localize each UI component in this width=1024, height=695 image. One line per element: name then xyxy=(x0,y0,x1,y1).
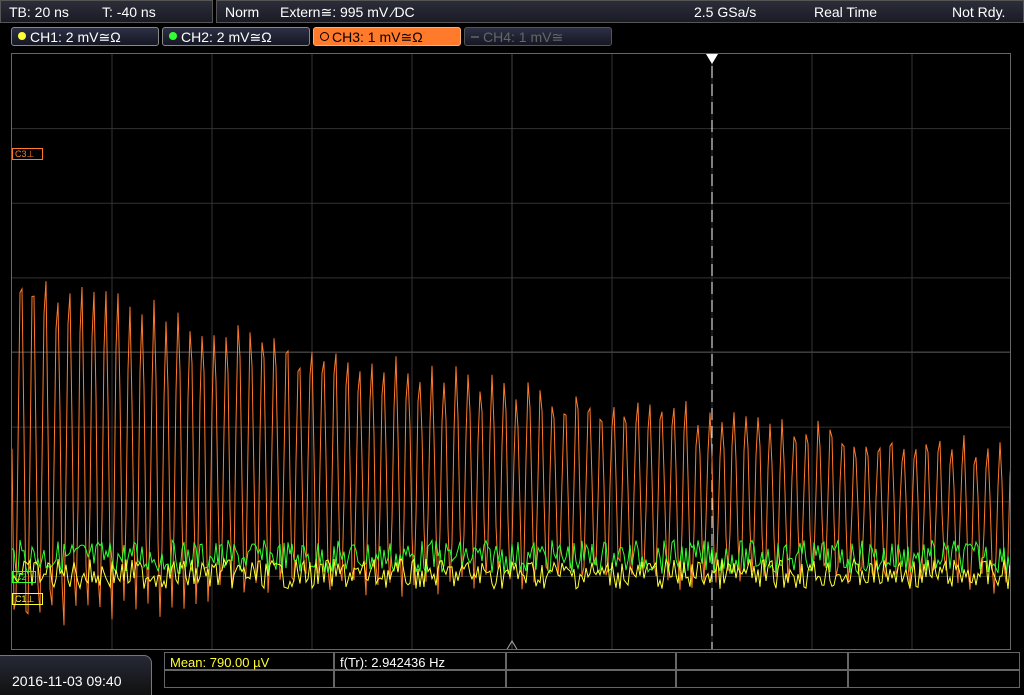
acquisition-status-label: Not Rdy. xyxy=(952,4,1006,20)
trigger-arrow-icon[interactable] xyxy=(706,54,718,64)
measure-empty-cell-8[interactable] xyxy=(848,670,1020,688)
c3-offset-marker[interactable]: C3⊥ xyxy=(12,148,44,160)
measure-mean-label: Mean: 790.00 µV xyxy=(170,655,270,670)
channel-2-dot-icon xyxy=(169,32,177,40)
channel-1-button[interactable]: CH1: 2 mV≅Ω xyxy=(11,27,159,46)
channel-3-label: CH3: 1 mV≅Ω xyxy=(332,29,423,45)
datetime-label: 2016-11-03 09:40 xyxy=(12,673,122,689)
measure-empty-cell-4[interactable] xyxy=(164,670,334,688)
channel-4-label: CH4: 1 mV≅ xyxy=(483,29,564,45)
channel-1-dot-icon xyxy=(18,32,26,40)
channel-2-label: CH2: 2 mV≅Ω xyxy=(181,29,272,45)
measure-empty-cell-1[interactable] xyxy=(506,652,676,670)
trigger-source-label: Extern≅: 995 mV ⁄DC xyxy=(280,4,415,20)
datetime-box: 2016-11-03 09:40 xyxy=(0,655,152,695)
c1-offset-marker[interactable]: C1⊥ xyxy=(12,593,44,605)
measure-empty-cell-3[interactable] xyxy=(848,652,1020,670)
c1-marker-label: C1 xyxy=(15,594,27,604)
measure-empty-cell-6[interactable] xyxy=(506,670,676,688)
channel-2-button[interactable]: CH2: 2 mV≅Ω xyxy=(162,27,310,46)
c2-offset-marker[interactable]: C2 xyxy=(12,571,36,583)
trigger-time-label: T: -40 ns xyxy=(102,4,156,20)
waveform-grid xyxy=(12,54,1010,649)
waveform-display[interactable] xyxy=(11,53,1011,650)
sample-rate-label: 2.5 GSa/s xyxy=(694,4,757,20)
top-status-bar: TB: 20 ns T: -40 ns Norm Extern≅: 995 mV… xyxy=(0,0,1024,24)
channel-4-button[interactable]: CH4: 1 mV≅ xyxy=(464,27,612,46)
timebase-label: TB: 20 ns xyxy=(9,4,69,20)
measure-empty-cell-2[interactable] xyxy=(676,652,848,670)
measure-empty-cell-7[interactable] xyxy=(676,670,848,688)
channel-4-dash-icon xyxy=(471,36,479,38)
timebase-box[interactable]: TB: 20 ns T: -40 ns xyxy=(0,0,213,23)
measure-freq-label: f(Tr): 2.942436 Hz xyxy=(340,655,446,670)
c3-marker-label: C3 xyxy=(15,149,27,159)
channel-bar: CH1: 2 mV≅Ω CH2: 2 mV≅Ω CH3: 1 mV≅Ω CH4:… xyxy=(0,25,1024,49)
measure-mean-cell[interactable]: Mean: 790.00 µV xyxy=(164,652,334,670)
channel-3-dot-icon xyxy=(320,32,329,41)
acquisition-mode-label: Real Time xyxy=(814,4,878,20)
measure-empty-cell-5[interactable] xyxy=(334,670,506,688)
trigger-mode-label: Norm xyxy=(225,4,260,20)
measure-freq-cell[interactable]: f(Tr): 2.942436 Hz xyxy=(334,652,506,670)
trigger-info-box[interactable]: Norm Extern≅: 995 mV ⁄DC 2.5 GSa/s Real … xyxy=(216,0,1024,23)
c2-marker-label: C2 xyxy=(15,572,27,582)
channel-1-label: CH1: 2 mV≅Ω xyxy=(30,29,121,45)
channel-3-button[interactable]: CH3: 1 mV≅Ω xyxy=(313,27,461,46)
measurement-panel: Mean: 790.00 µV f(Tr): 2.942436 Hz xyxy=(164,652,1024,695)
